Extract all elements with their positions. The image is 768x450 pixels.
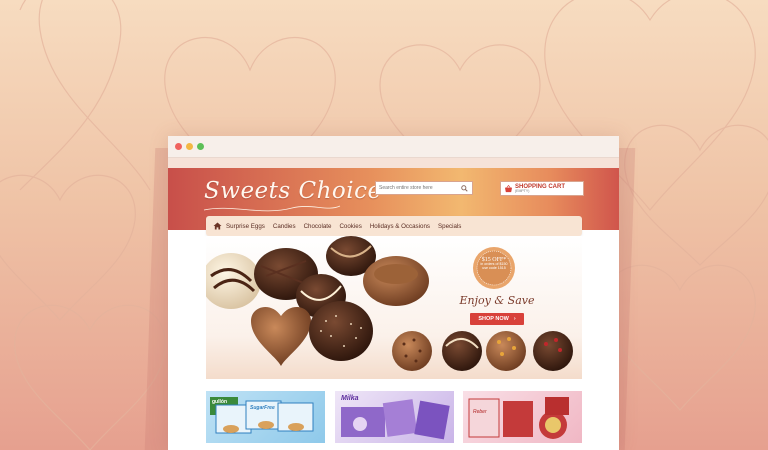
product-card-reber[interactable]: Reber bbox=[463, 391, 582, 443]
sugarfree-label: SugarFree bbox=[250, 405, 275, 411]
nav-item-cookies[interactable]: Cookies bbox=[339, 223, 361, 230]
nav-item-specials[interactable]: Specials bbox=[438, 223, 461, 230]
logo-swirl-icon bbox=[203, 205, 341, 212]
product-card-milka[interactable]: Milka bbox=[335, 391, 454, 443]
promo-panel: $15 OFF* in orders of $150 use code 1515… bbox=[432, 236, 582, 379]
reber-box-image bbox=[468, 397, 569, 439]
site-logo[interactable]: Sweets Choice bbox=[204, 178, 382, 204]
reber-brand-label: Reber bbox=[473, 409, 487, 415]
top-strip bbox=[168, 158, 619, 168]
main-navigation: Surprise Eggs Candies Chocolate Cookies … bbox=[206, 216, 582, 236]
chevron-right-icon: › bbox=[513, 316, 516, 322]
product-row: gullón SugarFree Milka Reber bbox=[206, 391, 582, 450]
cart-status: (EMPTY) bbox=[515, 188, 530, 193]
minimize-dot[interactable] bbox=[186, 143, 193, 150]
maximize-dot[interactable] bbox=[197, 143, 204, 150]
window-titlebar bbox=[168, 136, 619, 158]
shop-now-button[interactable]: SHOP NOW › bbox=[470, 313, 524, 325]
nav-item-candies[interactable]: Candies bbox=[273, 223, 296, 230]
nav-item-surprise-eggs[interactable]: Surprise Eggs bbox=[226, 223, 265, 230]
shopping-cart-button[interactable]: SHOPPING CART (EMPTY) bbox=[500, 181, 584, 196]
gullon-brand-label: gullón bbox=[212, 399, 227, 405]
milka-brand-label: Milka bbox=[341, 395, 359, 402]
search-input[interactable] bbox=[376, 183, 459, 193]
product-card-gullon[interactable]: gullón SugarFree bbox=[206, 391, 325, 443]
close-dot[interactable] bbox=[175, 143, 182, 150]
basket-icon bbox=[501, 182, 515, 195]
search-icon[interactable] bbox=[459, 183, 469, 193]
browser-window: Sweets Choice SHOPPING CART (EMPTY) Surp… bbox=[168, 136, 619, 450]
discount-badge: $15 OFF* in orders of $150 use code 1515 bbox=[472, 257, 516, 271]
nav-item-holidays-occasions[interactable]: Holidays & Occasions bbox=[370, 223, 430, 230]
search-box[interactable] bbox=[375, 181, 473, 195]
shop-now-label: SHOP NOW bbox=[478, 316, 509, 322]
badge-line2: use code 1515 bbox=[482, 266, 506, 271]
hero-banner: $15 OFF* in orders of $150 use code 1515… bbox=[206, 236, 582, 379]
nav-item-chocolate[interactable]: Chocolate bbox=[304, 223, 332, 230]
home-icon[interactable] bbox=[212, 221, 222, 231]
promo-tagline: Enjoy & Save bbox=[459, 294, 535, 307]
